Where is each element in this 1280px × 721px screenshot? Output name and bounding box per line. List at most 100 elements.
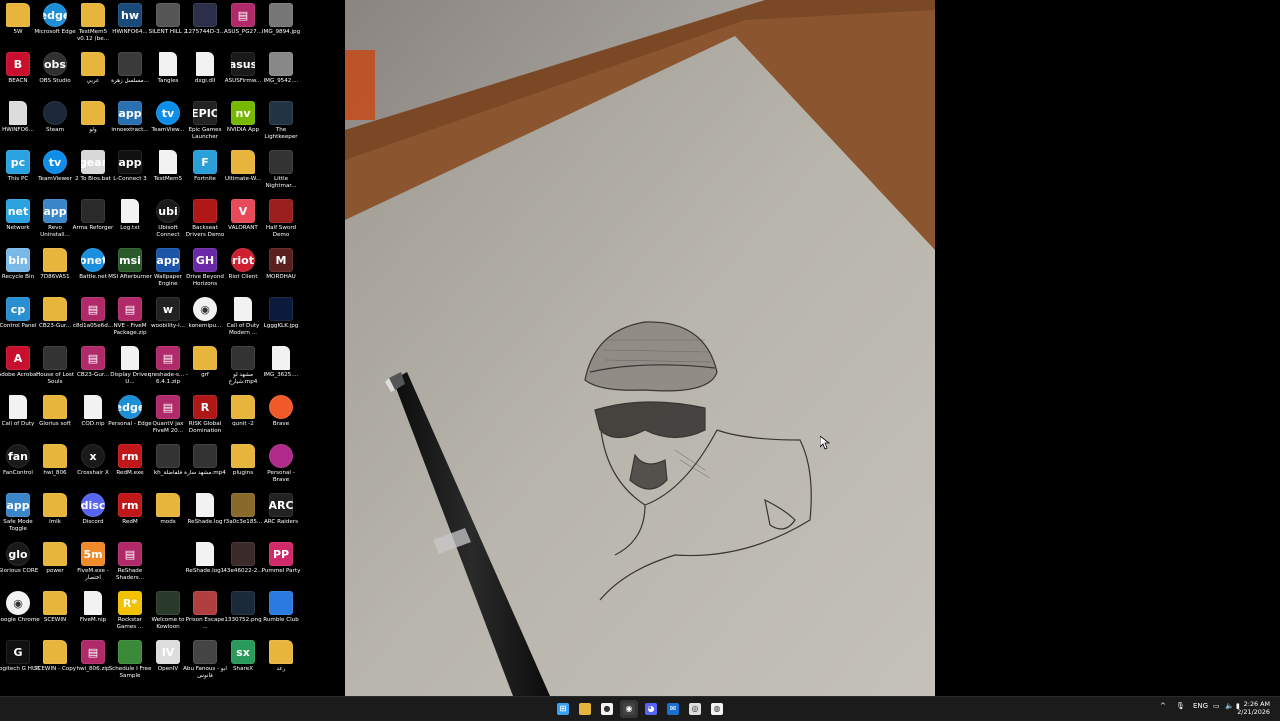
desktop-icon-recycle-bin[interactable]: bin Recycle Bin <box>0 248 37 296</box>
desktop-icon-valorant[interactable]: V VALORANT <box>224 199 262 247</box>
taskbar-paint[interactable]: ◍ <box>708 700 726 718</box>
desktop-icon-c8d1a05e6d[interactable]: ▤ c8d1a05e6d... <box>73 297 113 345</box>
desktop-icon-brave[interactable]: Brave <box>262 395 300 443</box>
desktop-icon-43e46022-2[interactable]: 43e46022-2... <box>223 542 263 590</box>
desktop-icon-cb23-gur[interactable]: ▤ CB23-Gur... <box>74 346 112 394</box>
desktop-icon-item[interactable]: عربي <box>74 52 112 100</box>
desktop-icon-img-3625[interactable]: IMG_3625.... <box>262 346 300 394</box>
desktop-icon-lmlk[interactable]: lmlk <box>36 493 74 541</box>
desktop-icon-asusfirmw[interactable]: asus ASUSFirmw... <box>224 52 262 100</box>
desktop-icon-asus-pg27[interactable]: ▤ ASUS_PG27... <box>224 3 262 51</box>
desktop-icon-img-9894-jpg[interactable]: IMG_9894.jpg <box>262 3 300 51</box>
desktop-icon-backseat-drivers-demo[interactable]: Backseat Drivers Demo <box>186 199 224 247</box>
desktop-icon-mp4[interactable]: مشهد لو شيارح.mp4 <box>224 346 262 394</box>
desktop-icon-redm[interactable]: rm RedM <box>111 493 149 541</box>
desktop-icon-redm-exe[interactable]: rm RedM.exe <box>111 444 149 492</box>
desktop-icon-epic-games-launcher[interactable]: EPIC Epic Games Launcher <box>186 101 224 149</box>
desktop-icon-5w[interactable]: 5W <box>0 3 37 51</box>
desktop-icon-adobe-acrobat[interactable]: A Adobe Acrobat <box>0 346 39 394</box>
volume-icon[interactable]: 🔈 <box>1225 702 1234 710</box>
desktop-icon-reshade-shaders[interactable]: ▤ ReShade Shaders... <box>111 542 149 590</box>
desktop-icon-reshade-log[interactable]: ReShade.log <box>186 493 224 541</box>
desktop-icon-risk-global-domination[interactable]: R RISK Global Domination <box>186 395 224 443</box>
desktop-icon-nvidia-app[interactable]: nv NVIDIA App <box>224 101 262 149</box>
desktop-icon-network[interactable]: net Network <box>0 199 37 247</box>
desktop-icon-discord[interactable]: disc Discord <box>74 493 112 541</box>
desktop-icon-beacn[interactable]: B BEACN <box>0 52 37 100</box>
desktop-icon-1330752-png[interactable]: 1330752.png <box>224 591 262 639</box>
desktop-icon-kh[interactable]: kh_فلفاضلة <box>149 444 187 492</box>
desktop-icon-2-to-bios-bat[interactable]: gear 2 To Bios.bat <box>74 150 112 198</box>
desktop-icon-google-chrome[interactable]: ◉ Google Chrome <box>0 591 40 639</box>
desktop-icon-grf[interactable]: grf <box>186 346 224 394</box>
desktop-icon-item[interactable]: ولو <box>74 101 112 149</box>
desktop-icon-l-connect-3[interactable]: app L-Connect 3 <box>111 150 149 198</box>
desktop-icon-revo-uninstall[interactable]: app Revo Uninstall... <box>36 199 74 247</box>
tray-chevron-icon[interactable]: ^ <box>1160 702 1166 710</box>
taskbar-outlook[interactable]: ✉ <box>664 700 682 718</box>
desktop-icon-nve-fivem-package-zip[interactable]: ▤ NVE - FiveM Package.zip <box>111 297 149 345</box>
desktop-icon-hwinfo64[interactable]: hw HWiNFO64... <box>111 3 149 51</box>
desktop-icon-testmem5[interactable]: TestMem5 <box>149 150 187 198</box>
desktop-icon-plugins[interactable]: plugins <box>224 444 262 492</box>
desktop-icon-prison-escape[interactable]: Prison Escape ... <box>186 591 224 639</box>
desktop-icon-call-of-duty[interactable]: Call of Duty <box>0 395 37 443</box>
desktop-icon-scewin-copy[interactable]: SCEWIN - Copy <box>34 640 76 688</box>
desktop-icon-hwi-806[interactable]: hwi_806 <box>36 444 74 492</box>
desktop-icon-scewin[interactable]: SCEWIN <box>36 591 74 639</box>
desktop-icon-sharex[interactable]: sx ShareX <box>224 640 262 688</box>
desktop-icon-quantv-jax-fivem-20[interactable]: ▤ QuantV jax FiveM 20... <box>149 395 187 443</box>
desktop-icon-ubisoft-connect[interactable]: ubi Ubisoft Connect <box>149 199 187 247</box>
desktop-icon-item[interactable]: مسلسل زهرة... <box>111 52 149 100</box>
desktop-icon-innoextract[interactable]: app innoextract... <box>111 101 149 149</box>
desktop-icon-the-lightkeeper[interactable]: The Lightkeeper <box>262 101 300 149</box>
desktop-icon-obs-studio[interactable]: obs OBS Studio <box>36 52 74 100</box>
taskbar-obs[interactable]: ◉ <box>620 700 638 718</box>
desktop-icon-fancontrol[interactable]: fan FanControl <box>0 444 37 492</box>
taskbar-obs-2[interactable]: ◎ <box>686 700 704 718</box>
taskbar-discord[interactable]: ◕ <box>642 700 660 718</box>
desktop-icon-f3a0c3e185[interactable]: f3a0c3e185... <box>224 493 262 541</box>
desktop-icon-qunit-2[interactable]: qunit -2 <box>224 395 262 443</box>
desktop-icon-half-sword-demo[interactable]: Half Sword Demo <box>262 199 300 247</box>
desktop-icon-konemipu[interactable]: ◉ konemipu... <box>186 297 224 345</box>
taskbar-start-button[interactable]: ⊞ <box>554 700 572 718</box>
desktop-icon-microsoft-edge[interactable]: edge Microsoft Edge <box>34 3 76 51</box>
desktop-icon-logitech-g-hub[interactable]: G Logitech G HUB <box>0 640 40 688</box>
desktop-icon-glorious-core[interactable]: glo Glorious CORE <box>0 542 38 590</box>
desktop-icon-power[interactable]: power <box>36 542 74 590</box>
desktop-icon-drive-beyond-horizons[interactable]: GH Drive Beyond Horizons <box>186 248 224 296</box>
desktop-icon-woobility-l[interactable]: w woobility-l... <box>149 297 187 345</box>
desktop-icon-wallpaper-engine[interactable]: app Wallpaper Engine <box>149 248 187 296</box>
desktop-icon-display-driver-u[interactable]: Display Driver U... <box>110 346 150 394</box>
desktop-icon-lgggklk-jpg[interactable]: LgggKLK.jpg <box>262 297 300 345</box>
desktop-icon-abu-fanous[interactable]: Abu Fanous - ابو فانوس <box>183 640 227 688</box>
desktop-icon-mods[interactable]: mods <box>149 493 187 541</box>
desktop-icon-house-of-lost-souls[interactable]: House of Lost Souls <box>36 346 74 394</box>
microphone-icon[interactable]: 🎙 <box>1176 702 1185 710</box>
desktop-icon-schedule-i-free-sample[interactable]: Schedule I Free Sample <box>109 640 151 688</box>
desktop-icon-7d86va51[interactable]: 7D86VA51 <box>36 248 74 296</box>
desktop-icon-rockstar-games[interactable]: R* Rockstar Games ... <box>111 591 149 639</box>
language-indicator[interactable]: ENG <box>1193 702 1208 710</box>
desktop-icon-log-txt[interactable]: Log.txt <box>111 199 149 247</box>
taskbar-file-explorer[interactable] <box>576 700 594 718</box>
desktop-icon-fivem-exe[interactable]: 5m FiveM.exe - اختصار <box>74 542 112 590</box>
desktop-icon-welcome-to-kowloon[interactable]: Welcome to Kowloon <box>149 591 187 639</box>
desktop-icon-pummel-party[interactable]: PP Pummel Party <box>262 542 300 590</box>
desktop-icon-this-pc[interactable]: pc This PC <box>0 150 37 198</box>
desktop-icon-silent-hill-2[interactable]: SILENT HILL 2 <box>149 3 187 51</box>
desktop-icon-crosshair-x[interactable]: x Crosshair X <box>74 444 112 492</box>
desktop-icon-ultimate-w[interactable]: Ultimate-W... <box>224 150 262 198</box>
network-icon[interactable]: ▭ <box>1213 702 1220 710</box>
desktop-icon-arc-raiders[interactable]: ARC ARC Raiders <box>262 493 300 541</box>
desktop-icon-item[interactable]: رعد <box>262 640 300 688</box>
desktop-icon-safe-mode-toggle[interactable]: app Safe Mode Toggle <box>0 493 37 541</box>
desktop-icon-hwinfo6[interactable]: HWiNFO6... <box>0 101 37 149</box>
desktop-icon-reshade-log1[interactable]: ReShade.log1 <box>186 542 224 590</box>
desktop-icon-cod-nip[interactable]: COD.nip <box>74 395 112 443</box>
desktop-icon-control-panel[interactable]: cp Control Panel <box>0 297 37 345</box>
desktop-icon-glorius-soft[interactable]: Glorius soft <box>36 395 74 443</box>
desktop-icon-rumble-club[interactable]: Rumble Club <box>262 591 300 639</box>
clock[interactable]: 2:26 AM 2/21/2026 <box>1237 700 1270 716</box>
